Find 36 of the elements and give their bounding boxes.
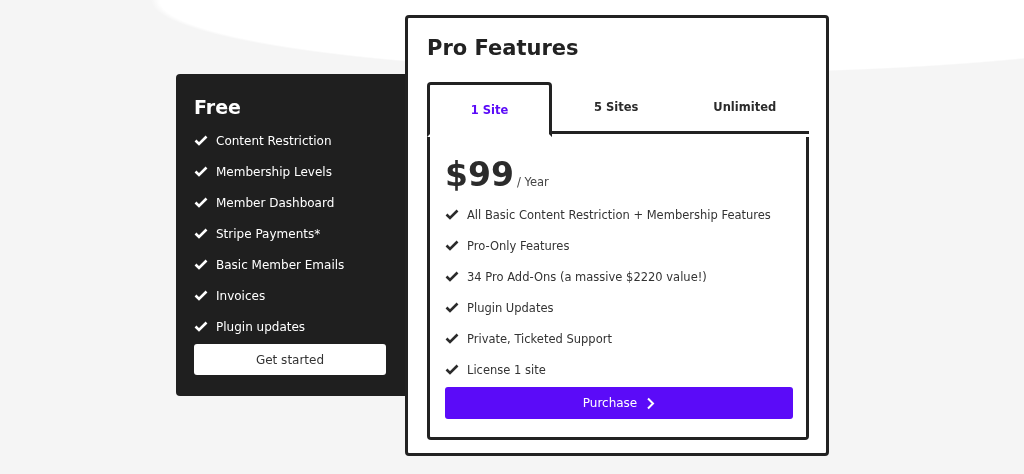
price: $99 <box>445 155 514 194</box>
feature-text: Plugin Updates <box>467 300 554 315</box>
check-icon <box>445 209 459 220</box>
check-icon <box>194 166 208 177</box>
feature-text: Private, Ticketed Support <box>467 331 612 346</box>
check-icon <box>194 197 208 208</box>
feature-text: Invoices <box>216 288 266 303</box>
plan-title: Pro Features <box>427 36 580 62</box>
check-icon <box>445 364 459 375</box>
feature-text: Membership Levels <box>216 164 332 179</box>
plan-title: Free <box>194 96 242 118</box>
feature-text: Pro-Only Features <box>467 238 570 253</box>
check-icon <box>194 135 208 146</box>
check-icon <box>194 290 208 301</box>
check-icon <box>194 321 208 332</box>
feature-text: Plugin updates <box>216 319 306 334</box>
feature-text: 34 Pro Add-Ons (a massive $2220 value!) <box>467 269 707 284</box>
feature-text: Member Dashboard <box>216 195 335 210</box>
feature-text: All Basic Content Restriction + Membership Features <box>467 207 771 222</box>
check-icon <box>445 333 459 344</box>
feature-text: Stripe Payments* <box>216 226 321 241</box>
feature-text: License 1 site <box>467 362 546 377</box>
feature-text: Content Restriction <box>216 133 332 148</box>
purchase-button[interactable]: Purchase <box>445 387 793 419</box>
billing-period: / Year <box>516 175 549 189</box>
feature-text: Basic Member Emails <box>216 257 345 272</box>
tab[interactable]: 5 Sites <box>552 82 681 134</box>
check-icon <box>445 302 459 313</box>
check-icon <box>445 240 459 251</box>
tab[interactable]: Unlimited <box>680 82 809 134</box>
check-icon <box>445 271 459 282</box>
chevron-right-icon <box>646 396 656 410</box>
check-icon <box>194 228 208 239</box>
check-icon <box>194 259 208 270</box>
tab[interactable]: 1 Site <box>427 82 552 137</box>
get-started-button[interactable]: Get started <box>194 344 386 375</box>
